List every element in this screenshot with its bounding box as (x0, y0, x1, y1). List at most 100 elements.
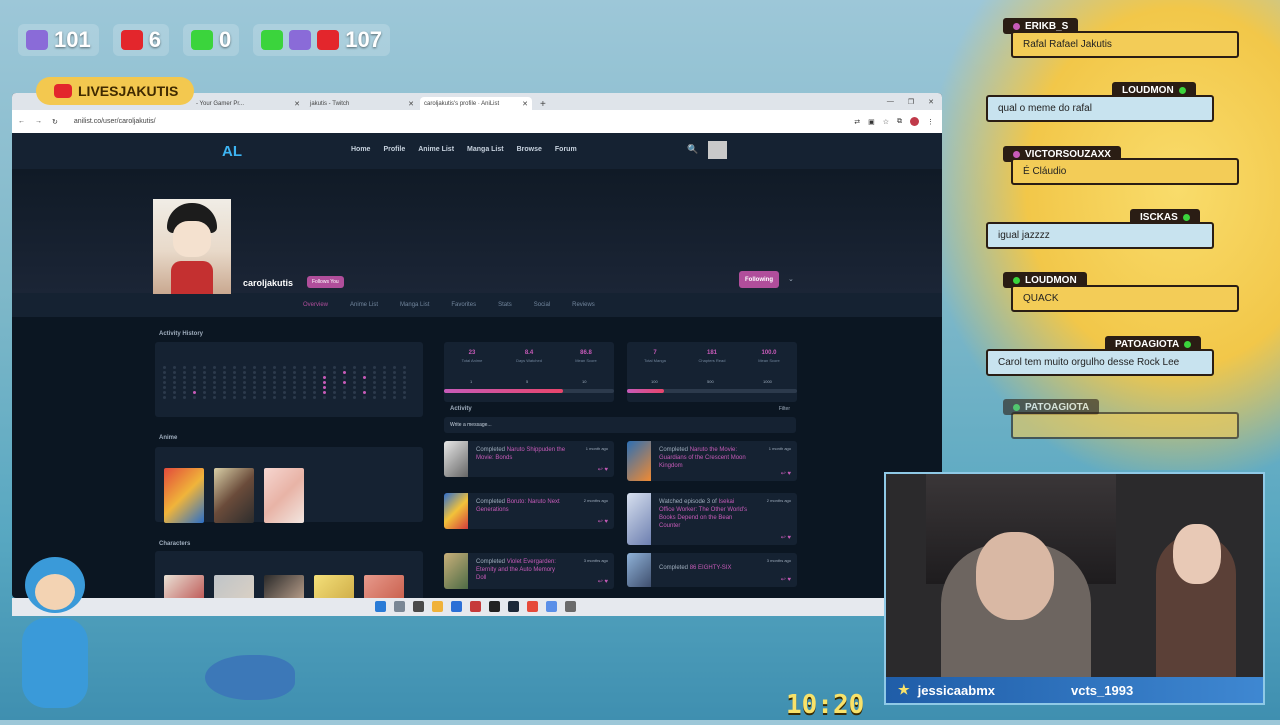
forward-icon[interactable]: → (35, 118, 42, 125)
character-avatar[interactable] (364, 575, 404, 598)
activity-card[interactable]: Completed Naruto the Movie: Guardians of… (627, 441, 797, 481)
activity-card[interactable]: Completed Violet Evergarden: Eternity an… (444, 553, 614, 589)
nav-profile[interactable]: Profile (383, 146, 405, 153)
close-icon[interactable]: ✕ (294, 100, 300, 108)
new-tab-icon[interactable]: + (534, 99, 552, 110)
profile-subnav: Overview Anime List Manga List Favorites… (12, 293, 942, 317)
activity-card[interactable]: Watched episode 3 of Isekai Office Worke… (627, 493, 797, 545)
tab-favorites[interactable]: Favorites (451, 302, 476, 308)
app-icon[interactable] (546, 601, 557, 612)
activity-cover[interactable] (627, 493, 651, 545)
url-field[interactable]: anilist.co/user/caroljakutis/ (74, 118, 156, 125)
nav-manga-list[interactable]: Manga List (467, 146, 504, 153)
settings-icon[interactable] (565, 601, 576, 612)
filter-dropdown[interactable]: Filter (779, 406, 790, 412)
steam-icon[interactable] (508, 601, 519, 612)
stat-total-manga: 7 Total Manga (627, 350, 683, 363)
activity-text: Completed Boruto: Naruto Next Generation… (476, 498, 566, 514)
anime-cover[interactable] (214, 468, 254, 523)
task-view-icon[interactable] (413, 601, 424, 612)
activity-cover[interactable] (627, 553, 651, 587)
tab-overview[interactable]: Overview (303, 302, 328, 308)
translate-icon[interactable]: ⇄ (854, 118, 860, 126)
tab-gamer[interactable]: - Your Gamer Pr... ✕ (192, 97, 304, 110)
character-avatar[interactable] (164, 575, 204, 598)
heatmap-cell (353, 381, 356, 384)
nav-forum[interactable]: Forum (555, 146, 577, 153)
user-avatar[interactable] (708, 141, 727, 159)
reload-icon[interactable]: ↻ (52, 118, 58, 126)
following-button[interactable]: Following (739, 271, 779, 288)
heatmap-cell (313, 386, 316, 389)
activity-card[interactable]: Completed 86 EIGHTY-SIX 3 months ago ↩ ♥ (627, 553, 797, 587)
heart-icon[interactable]: ↩ ♥ (781, 576, 791, 583)
tab-anime-list[interactable]: Anime List (350, 302, 378, 308)
bar-tick: 10 (582, 379, 587, 384)
character-avatar[interactable] (214, 575, 254, 598)
file-explorer-icon[interactable] (432, 601, 443, 612)
close-window-icon[interactable]: ✕ (928, 98, 934, 106)
anime-cover[interactable] (164, 468, 204, 523)
heart-icon[interactable]: ↩ ♥ (598, 466, 608, 473)
menu-dots-icon[interactable]: ⋮ (927, 118, 934, 126)
heatmap-cell (313, 376, 316, 379)
minimize-icon[interactable]: — (887, 98, 894, 105)
tab-social[interactable]: Social (534, 302, 550, 308)
stat-value: 100.0 (761, 350, 777, 356)
activity-cover[interactable] (444, 441, 468, 477)
manga-stats-panel: 7 Total Manga 181 Chapters Read 100.0 Mean … (627, 342, 797, 402)
close-icon[interactable]: ✕ (522, 100, 528, 108)
activity-cover[interactable] (627, 441, 651, 481)
character-avatar[interactable] (314, 575, 354, 598)
chat-message: Carol tem muito orgulho desse Rock Lee (986, 349, 1214, 376)
tab-reviews[interactable]: Reviews (572, 302, 595, 308)
chevron-down-icon[interactable]: ⌄ (788, 275, 794, 283)
profile-avatar-icon[interactable] (910, 117, 919, 126)
close-icon[interactable]: ✕ (408, 100, 414, 108)
heart-icon[interactable]: ↩ ♥ (781, 534, 791, 541)
heatmap-cell (223, 391, 226, 394)
heatmap-cell (223, 376, 226, 379)
heatmap-cell (183, 376, 186, 379)
nav-browse[interactable]: Browse (517, 146, 542, 153)
write-message-input[interactable]: Write a message... (444, 417, 796, 433)
tiktok-icon[interactable] (489, 601, 500, 612)
maximize-icon[interactable]: ❐ (908, 98, 914, 106)
app-icon[interactable] (470, 601, 481, 612)
activity-media-link[interactable]: 86 EIGHTY-SIX (690, 565, 732, 571)
tab-anilist[interactable]: caroljakutis's profile · AniList ✕ (420, 97, 532, 110)
character-avatar[interactable] (264, 575, 304, 598)
tab-stats[interactable]: Stats (498, 302, 512, 308)
nav-home[interactable]: Home (351, 146, 370, 153)
badge-icon (1178, 86, 1186, 94)
heatmap-cell (363, 386, 366, 389)
activity-heatmap (163, 366, 411, 399)
chrome-icon[interactable] (527, 601, 538, 612)
heart-icon[interactable]: ↩ ♥ (598, 578, 608, 585)
search-icon[interactable] (394, 601, 405, 612)
heatmap-cell (243, 366, 246, 369)
activity-card[interactable]: Completed Naruto Shippuden the Movie: Bo… (444, 441, 614, 477)
heatmap-cell (303, 381, 306, 384)
heart-icon[interactable]: ↩ ♥ (781, 470, 791, 477)
tab-twitch[interactable]: jakutis - Twitch ✕ (306, 97, 418, 110)
back-icon[interactable]: ← (18, 118, 25, 125)
heatmap-cell (163, 386, 166, 389)
activity-cover[interactable] (444, 553, 468, 589)
heatmap-cell (363, 376, 366, 379)
activity-cover[interactable] (444, 493, 468, 529)
bookmark-star-icon[interactable]: ☆ (883, 118, 889, 126)
nav-anime-list[interactable]: Anime List (418, 146, 454, 153)
activity-card[interactable]: Completed Boruto: Naruto Next Generation… (444, 493, 614, 529)
extensions-icon[interactable]: ⧉ (897, 118, 902, 126)
heart-icon[interactable]: ↩ ♥ (598, 518, 608, 525)
store-icon[interactable] (451, 601, 462, 612)
start-icon[interactable] (375, 601, 386, 612)
tab-manga-list[interactable]: Manga List (400, 302, 429, 308)
search-icon[interactable]: 🔍 (687, 144, 698, 155)
heatmap-cell (163, 376, 166, 379)
anime-cover[interactable] (264, 468, 304, 523)
anilist-logo[interactable]: AL (222, 143, 242, 160)
heatmap-cell (173, 396, 176, 399)
screenshot-icon[interactable]: ▣ (868, 118, 875, 126)
